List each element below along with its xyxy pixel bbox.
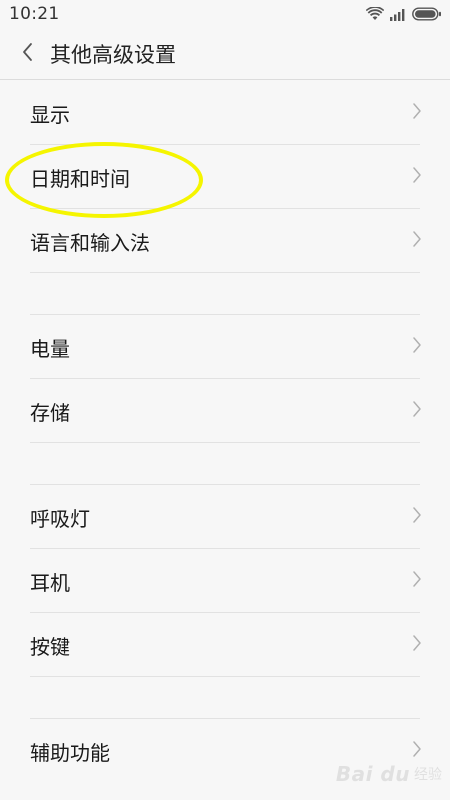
settings-item-label: 语言和输入法 bbox=[30, 230, 150, 255]
settings-item-battery[interactable]: 电量 bbox=[0, 315, 450, 379]
chevron-right-icon bbox=[412, 102, 422, 124]
battery-icon bbox=[412, 7, 442, 21]
settings-item-date-time[interactable]: 日期和时间 bbox=[0, 145, 450, 209]
chevron-right-icon bbox=[412, 634, 422, 656]
divider bbox=[30, 442, 420, 443]
settings-item-language-input[interactable]: 语言和输入法 bbox=[0, 209, 450, 273]
chevron-right-icon bbox=[412, 506, 422, 528]
settings-item-storage[interactable]: 存储 bbox=[0, 379, 450, 443]
settings-item-label: 按键 bbox=[30, 634, 70, 659]
title-bar: 其他高级设置 bbox=[0, 28, 450, 80]
status-bar: 10:21 bbox=[0, 0, 450, 28]
settings-item-label: 电量 bbox=[30, 336, 70, 361]
back-button[interactable] bbox=[6, 28, 50, 80]
group-separator bbox=[30, 443, 420, 485]
divider bbox=[30, 676, 420, 677]
chevron-right-icon bbox=[412, 230, 422, 252]
chevron-right-icon bbox=[412, 166, 422, 188]
settings-list: 显示 日期和时间 语言和输入法 电量 存储 呼吸灯 耳机 按键 辅助功能 bbox=[0, 81, 450, 783]
status-time: 10:21 bbox=[9, 4, 60, 24]
settings-item-display[interactable]: 显示 bbox=[0, 81, 450, 145]
settings-item-label: 显示 bbox=[30, 102, 70, 127]
settings-item-label: 耳机 bbox=[30, 570, 70, 595]
chevron-right-icon bbox=[412, 400, 422, 422]
settings-item-label: 呼吸灯 bbox=[30, 506, 90, 531]
chevron-right-icon bbox=[412, 570, 422, 592]
settings-item-headset[interactable]: 耳机 bbox=[0, 549, 450, 613]
divider bbox=[30, 272, 420, 273]
page-title: 其他高级设置 bbox=[50, 42, 176, 67]
chevron-right-icon bbox=[412, 336, 422, 358]
screen: 10:21 其他高级设置 显示 日期和时间 语言和输入法 电量 存储 呼吸灯 耳… bbox=[0, 0, 450, 800]
wifi-icon bbox=[366, 7, 384, 21]
settings-item-label: 存储 bbox=[30, 400, 70, 425]
settings-item-label: 辅助功能 bbox=[30, 740, 110, 765]
status-icons bbox=[366, 7, 442, 21]
group-separator bbox=[30, 677, 420, 719]
settings-item-label: 日期和时间 bbox=[30, 166, 130, 191]
settings-item-buttons[interactable]: 按键 bbox=[0, 613, 450, 677]
chevron-right-icon bbox=[412, 740, 422, 762]
group-separator bbox=[30, 273, 420, 315]
chevron-left-icon bbox=[21, 42, 35, 66]
settings-item-accessibility[interactable]: 辅助功能 bbox=[0, 719, 450, 783]
signal-icon bbox=[389, 7, 407, 21]
settings-item-notification-light[interactable]: 呼吸灯 bbox=[0, 485, 450, 549]
